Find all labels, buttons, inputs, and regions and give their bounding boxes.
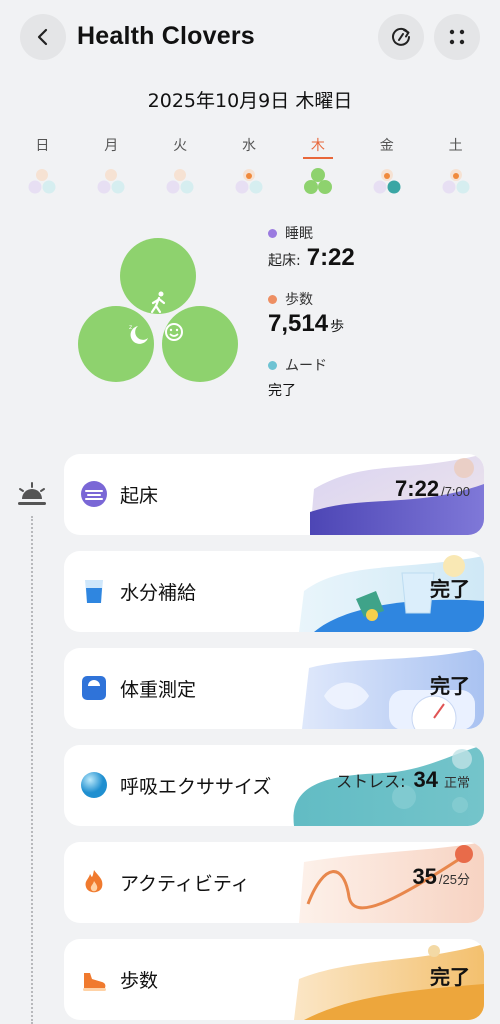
date-label: 2025年10月9日 木曜日: [147, 90, 353, 112]
steps-dot: [268, 294, 277, 304]
stress-prefix: ストレス:: [336, 772, 406, 791]
clover-leaf-sleep: [78, 306, 154, 382]
wake-actual: 7:22: [395, 476, 440, 501]
wake-time: 7:22: [306, 244, 355, 271]
daily-clover[interactable]: z: [76, 234, 242, 386]
mood-label: ムード: [285, 358, 327, 374]
wake-goal: /7:00: [441, 484, 470, 499]
summary-panel: 睡眠 起床: 7:22 歩数 7,514 歩 ムード 完了: [268, 222, 488, 410]
wake-value: 7:22 /7:00: [395, 476, 470, 502]
day-label: 日: [35, 138, 50, 154]
day-tue[interactable]: 火: [146, 137, 215, 197]
mini-clover-icon: [442, 169, 470, 194]
wake-prefix: 起床:: [268, 253, 301, 269]
weight-label: 体重測定: [120, 679, 197, 701]
sleep-legend: 睡眠: [268, 222, 488, 244]
sunrise-icon: [18, 482, 46, 505]
mood-value: 完了: [268, 383, 296, 399]
weight-value: 完了: [430, 670, 470, 699]
steps-card-label: 歩数: [120, 970, 159, 992]
activity-minutes: 35: [412, 864, 437, 889]
stress-status: 正常: [443, 775, 470, 790]
refresh-button[interactable]: [378, 14, 424, 60]
selected-day-underline: [302, 157, 333, 159]
back-button[interactable]: [20, 14, 66, 60]
page-title: Health Clovers: [77, 22, 255, 50]
steps-unit: 歩: [330, 319, 345, 335]
week-selector: 日 月 火 水 木 金 土: [8, 137, 490, 197]
shoe-icon: [83, 973, 106, 991]
timeline-line: [31, 516, 33, 1024]
stress-score: 34: [413, 767, 438, 792]
day-mon[interactable]: 月: [77, 137, 146, 197]
steps-value-row: 7,514 歩: [268, 310, 488, 344]
mini-clover-icon: [166, 169, 194, 194]
day-label: 火: [173, 138, 188, 154]
steps-status: 完了: [430, 965, 470, 989]
sleep-dot: [268, 228, 277, 238]
steps-count: 7,514: [268, 310, 329, 337]
sleep-value-row: 起床: 7:22: [268, 244, 488, 278]
header: Health Clovers: [20, 14, 480, 62]
grid-dots-icon: [449, 29, 465, 45]
mood-dot: [268, 360, 277, 370]
mini-clover-icon: [373, 169, 401, 194]
day-label: 水: [242, 138, 256, 154]
activity-label: アクティビティ: [120, 873, 250, 895]
hydration-status: 完了: [430, 577, 470, 601]
day-fri[interactable]: 金: [352, 137, 421, 197]
day-sat[interactable]: 土: [421, 137, 490, 197]
wake-label: 起床: [120, 485, 159, 507]
steps-legend: 歩数: [268, 288, 488, 310]
breathing-value: ストレス: 34 正常: [336, 767, 470, 793]
day-label: 金: [379, 138, 394, 154]
steps-label: 歩数: [285, 292, 313, 308]
breathing-card[interactable]: 呼吸エクササイズ ストレス: 34 正常: [64, 745, 484, 826]
chevron-left-icon: [37, 28, 48, 46]
steps-card-value: 完了: [430, 961, 470, 990]
breathing-label: 呼吸エクササイズ: [120, 776, 272, 798]
breathing-icon: [81, 772, 107, 798]
wake-card[interactable]: 起床 7:22 /7:00: [64, 454, 484, 535]
clover-leaf-mood: [162, 306, 238, 382]
flame-icon: [85, 870, 103, 893]
mini-clover-icon: [303, 168, 332, 194]
day-label: 木: [310, 138, 325, 154]
refresh-icon: [392, 27, 410, 46]
steps-card[interactable]: 歩数 完了: [64, 939, 484, 1020]
day-label: 月: [104, 138, 119, 154]
activity-card[interactable]: アクティビティ 35 /25分: [64, 842, 484, 923]
day-wed[interactable]: 水: [215, 137, 284, 197]
activity-value: 35 /25分: [412, 864, 470, 890]
sleep-label: 睡眠: [285, 226, 313, 242]
scale-icon: [82, 676, 106, 700]
mood-legend: ムード: [268, 354, 488, 376]
hydration-card[interactable]: 水分補給 完了: [64, 551, 484, 632]
mini-clover-icon: [235, 169, 263, 194]
water-glass-icon: [85, 580, 103, 603]
day-thu[interactable]: 木: [283, 137, 352, 197]
day-sun[interactable]: 日: [8, 137, 77, 197]
hydration-label: 水分補給: [120, 582, 197, 604]
activity-goal: /25分: [438, 872, 470, 887]
mini-clover-icon: [28, 169, 56, 194]
weight-card[interactable]: 体重測定 完了: [64, 648, 484, 729]
more-button[interactable]: [434, 14, 480, 60]
mini-clover-icon: [97, 169, 125, 194]
hydration-value: 完了: [430, 573, 470, 602]
weight-status: 完了: [430, 674, 470, 698]
day-label: 土: [448, 138, 463, 154]
wake-icon: [81, 481, 107, 507]
svg-text:z: z: [129, 324, 132, 331]
